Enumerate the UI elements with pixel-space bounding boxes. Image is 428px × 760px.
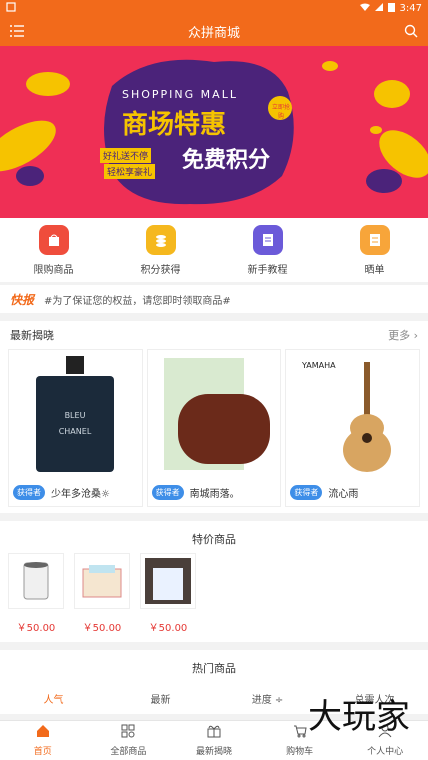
svg-text:BLEU: BLEU (65, 411, 86, 420)
svg-text:YAMAHA: YAMAHA (301, 361, 336, 370)
cart-icon (293, 724, 307, 741)
latest-header: 最新揭晓 更多 › (0, 321, 428, 349)
wifi-icon (359, 3, 370, 14)
price: ￥50.00 (148, 623, 188, 634)
latest-list: BLEU CHANEL 获得者 少年多沧桑☼ 获得者 南城雨落。 YAMAHA 获得者… (0, 349, 428, 513)
section-title: 最新揭晓 (10, 329, 54, 342)
watermark-logo: 大玩家 (308, 697, 410, 737)
time-text: 3:47 (399, 2, 422, 14)
section-title: 热门商品 (192, 662, 236, 675)
banner-badge: 立即抢购 (271, 104, 290, 120)
quick-link-limited[interactable]: 限购商品 (14, 224, 94, 276)
tab-newest[interactable]: 最新 (107, 691, 214, 706)
winner-badge: 获得者 (151, 484, 184, 500)
list-icon (359, 224, 390, 255)
price: ￥50.00 (82, 623, 122, 634)
special-item[interactable]: ￥50.00 (140, 553, 196, 634)
special-section: 特价商品 ￥50.00 ￥50.00 ￥50.00 (0, 521, 428, 642)
special-item[interactable]: ￥50.00 (8, 553, 64, 634)
latest-item[interactable]: YAMAHA 获得者 流心雨 (285, 349, 421, 507)
battery-icon (387, 2, 395, 15)
bag-icon (38, 224, 69, 255)
signal-icon (374, 2, 383, 14)
quick-link-tutorial[interactable]: 新手教程 (228, 224, 308, 276)
status-right: 3:47 (359, 2, 422, 15)
notification-icon (6, 1, 16, 15)
price: ￥50.00 (16, 623, 56, 634)
latest-item[interactable]: BLEU CHANEL 获得者 少年多沧桑☼ (8, 349, 143, 507)
quick-link-points[interactable]: 积分获得 (121, 224, 201, 276)
grid-icon (121, 724, 135, 741)
banner-sub-title: 免费积分 (182, 148, 271, 173)
news-tag: 快报 (10, 292, 35, 307)
quick-link-label: 新手教程 (247, 264, 288, 276)
quick-link-label: 晒单 (364, 264, 385, 276)
product-image-guitar: YAMAHA (286, 350, 419, 478)
book-icon (252, 224, 283, 255)
winner-name: 少年多沧桑☼ (51, 488, 110, 500)
app-bar: 众拼商城 (0, 16, 428, 46)
menu-icon[interactable] (8, 22, 26, 40)
tab-popular[interactable]: 人气 (0, 691, 107, 706)
news-ticker[interactable]: 快报 #为了保证您的权益，请您即时领取商品# (0, 285, 428, 313)
nav-all-products[interactable]: 全部商品 (86, 721, 172, 760)
quick-link-label: 限购商品 (33, 264, 74, 276)
product-image-detergent (140, 553, 196, 609)
nav-label: 首页 (33, 747, 52, 757)
banner-main-title: 商场特惠 (122, 110, 227, 140)
search-icon[interactable] (402, 22, 420, 40)
product-image-tissues (74, 553, 130, 609)
banner-tag-1: 好礼送不停 (100, 148, 152, 163)
home-icon (36, 724, 50, 741)
coins-icon (145, 224, 176, 255)
product-image-trash-bin (8, 553, 64, 609)
winner-name: 南城雨落。 (189, 488, 240, 500)
quick-link-label: 积分获得 (140, 264, 181, 276)
gift-icon (207, 724, 221, 741)
nav-label: 全部商品 (110, 747, 147, 757)
quick-link-show[interactable]: 晒单 (335, 224, 415, 276)
promo-banner[interactable]: SHOPPING MALL 商场特惠 免费积分 好礼送不停 轻松享豪礼 立即抢购 (0, 46, 428, 218)
more-link[interactable]: 更多 › (388, 327, 418, 343)
news-text: #为了保证您的权益，请您即时领取商品# (44, 295, 231, 307)
product-image-beef-jerky (148, 350, 281, 478)
winner-badge: 获得者 (13, 484, 45, 500)
winner-name: 流心雨 (328, 488, 359, 500)
special-list: ￥50.00 ￥50.00 ￥50.00 (0, 553, 428, 642)
banner-tag-2: 轻松享豪礼 (104, 164, 156, 179)
status-bar: 3:47 (0, 0, 428, 16)
nav-home[interactable]: 首页 (0, 721, 86, 760)
banner-en-title: SHOPPING MALL (122, 88, 238, 101)
latest-section: 最新揭晓 更多 › BLEU CHANEL 获得者 少年多沧桑☼ 获得者 南城雨落。 … (0, 321, 428, 513)
quick-links: 限购商品 积分获得 新手教程 晒单 (0, 218, 428, 282)
latest-item[interactable]: 获得者 南城雨落。 (146, 349, 282, 507)
special-item[interactable]: ￥50.00 (74, 553, 130, 634)
nav-label: 购物车 (286, 747, 314, 757)
nav-latest[interactable]: 最新揭晓 (171, 721, 257, 760)
winner-badge: 获得者 (290, 484, 323, 500)
nav-label: 最新揭晓 (195, 747, 232, 757)
nav-label: 个人中心 (367, 747, 404, 757)
svg-text:CHANEL: CHANEL (59, 427, 92, 436)
page-title: 众拼商城 (187, 25, 240, 41)
tab-progress[interactable]: 进度 ÷ (214, 691, 321, 706)
section-title: 特价商品 (192, 533, 236, 546)
product-image-perfume: BLEU CHANEL (9, 350, 142, 478)
